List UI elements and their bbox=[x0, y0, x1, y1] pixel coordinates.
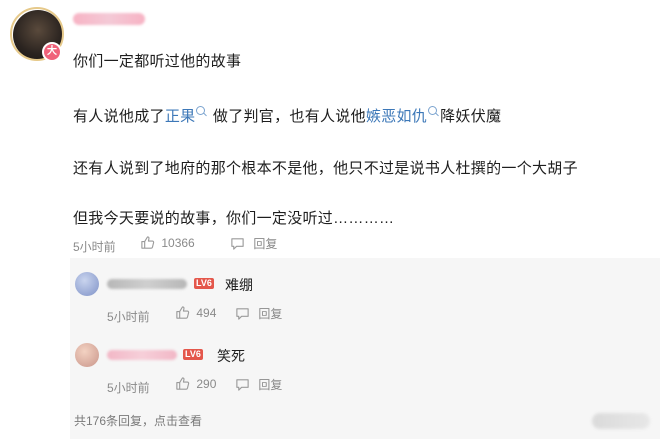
thumbs-up-icon bbox=[141, 236, 155, 249]
reply-label: 回复 bbox=[258, 307, 283, 321]
reply-text: 笑死 bbox=[217, 348, 245, 364]
topic-link-jierouchou[interactable]: 嫉恶如仇 bbox=[366, 108, 427, 125]
search-icon bbox=[428, 106, 438, 115]
thumbs-up-icon bbox=[176, 377, 190, 390]
reply-icon bbox=[236, 379, 249, 391]
reply-time: 5小时前 bbox=[107, 381, 150, 395]
commenter-name[interactable] bbox=[73, 13, 145, 25]
level-badge: LV6 bbox=[183, 349, 203, 360]
reply-label: 回复 bbox=[253, 237, 278, 251]
reply-avatar[interactable] bbox=[75, 343, 99, 367]
reply-reply-button[interactable]: 回复 bbox=[235, 376, 282, 393]
comment-line-4: 但我今天要说的故事，你们一定没听过………… bbox=[73, 210, 395, 227]
reply-time: 5小时前 bbox=[107, 310, 150, 324]
comment-text: 有人说他成了 bbox=[73, 108, 165, 125]
comment-line-2: 有人说他成了正果 做了判官，也有人说他嫉恶如仇 降妖伏魔 bbox=[73, 105, 501, 126]
reply-avatar[interactable] bbox=[75, 272, 99, 296]
like-count: 10366 bbox=[161, 236, 195, 250]
reply-like-button[interactable]: 494 bbox=[175, 305, 216, 320]
reply-text: 难绷 bbox=[225, 277, 253, 293]
reply-username[interactable] bbox=[107, 279, 187, 289]
level-badge: LV6 bbox=[194, 278, 214, 289]
view-more-replies-link[interactable]: 共176条回复，点击查看 bbox=[74, 412, 202, 429]
reply-button[interactable]: 回复 bbox=[230, 235, 277, 252]
comment-line-3: 还有人说到了地府的那个根本不是他，他只不过是说书人杜撰的一个大胡子 bbox=[73, 160, 578, 177]
watermark bbox=[592, 413, 650, 429]
reply-username[interactable] bbox=[107, 350, 177, 360]
like-count: 494 bbox=[196, 306, 217, 320]
reply-icon bbox=[231, 238, 244, 250]
search-icon bbox=[196, 106, 206, 115]
comment-text: 降妖伏魔 bbox=[440, 108, 502, 125]
verified-badge: 大 bbox=[42, 42, 62, 62]
topic-link-zhengguo[interactable]: 正果 bbox=[165, 108, 196, 125]
thumbs-up-icon bbox=[176, 306, 190, 319]
comment-time: 5小时前 bbox=[73, 240, 116, 254]
reply-label: 回复 bbox=[258, 378, 283, 392]
reply-icon bbox=[236, 308, 249, 320]
like-count: 290 bbox=[196, 377, 217, 391]
comment-text: 做了判官，也有人说他 bbox=[208, 108, 366, 125]
reply-like-button[interactable]: 290 bbox=[175, 376, 216, 391]
like-button[interactable]: 10366 bbox=[140, 235, 195, 250]
comment-line-1: 你们一定都听过他的故事 bbox=[73, 53, 242, 70]
reply-reply-button[interactable]: 回复 bbox=[235, 305, 282, 322]
